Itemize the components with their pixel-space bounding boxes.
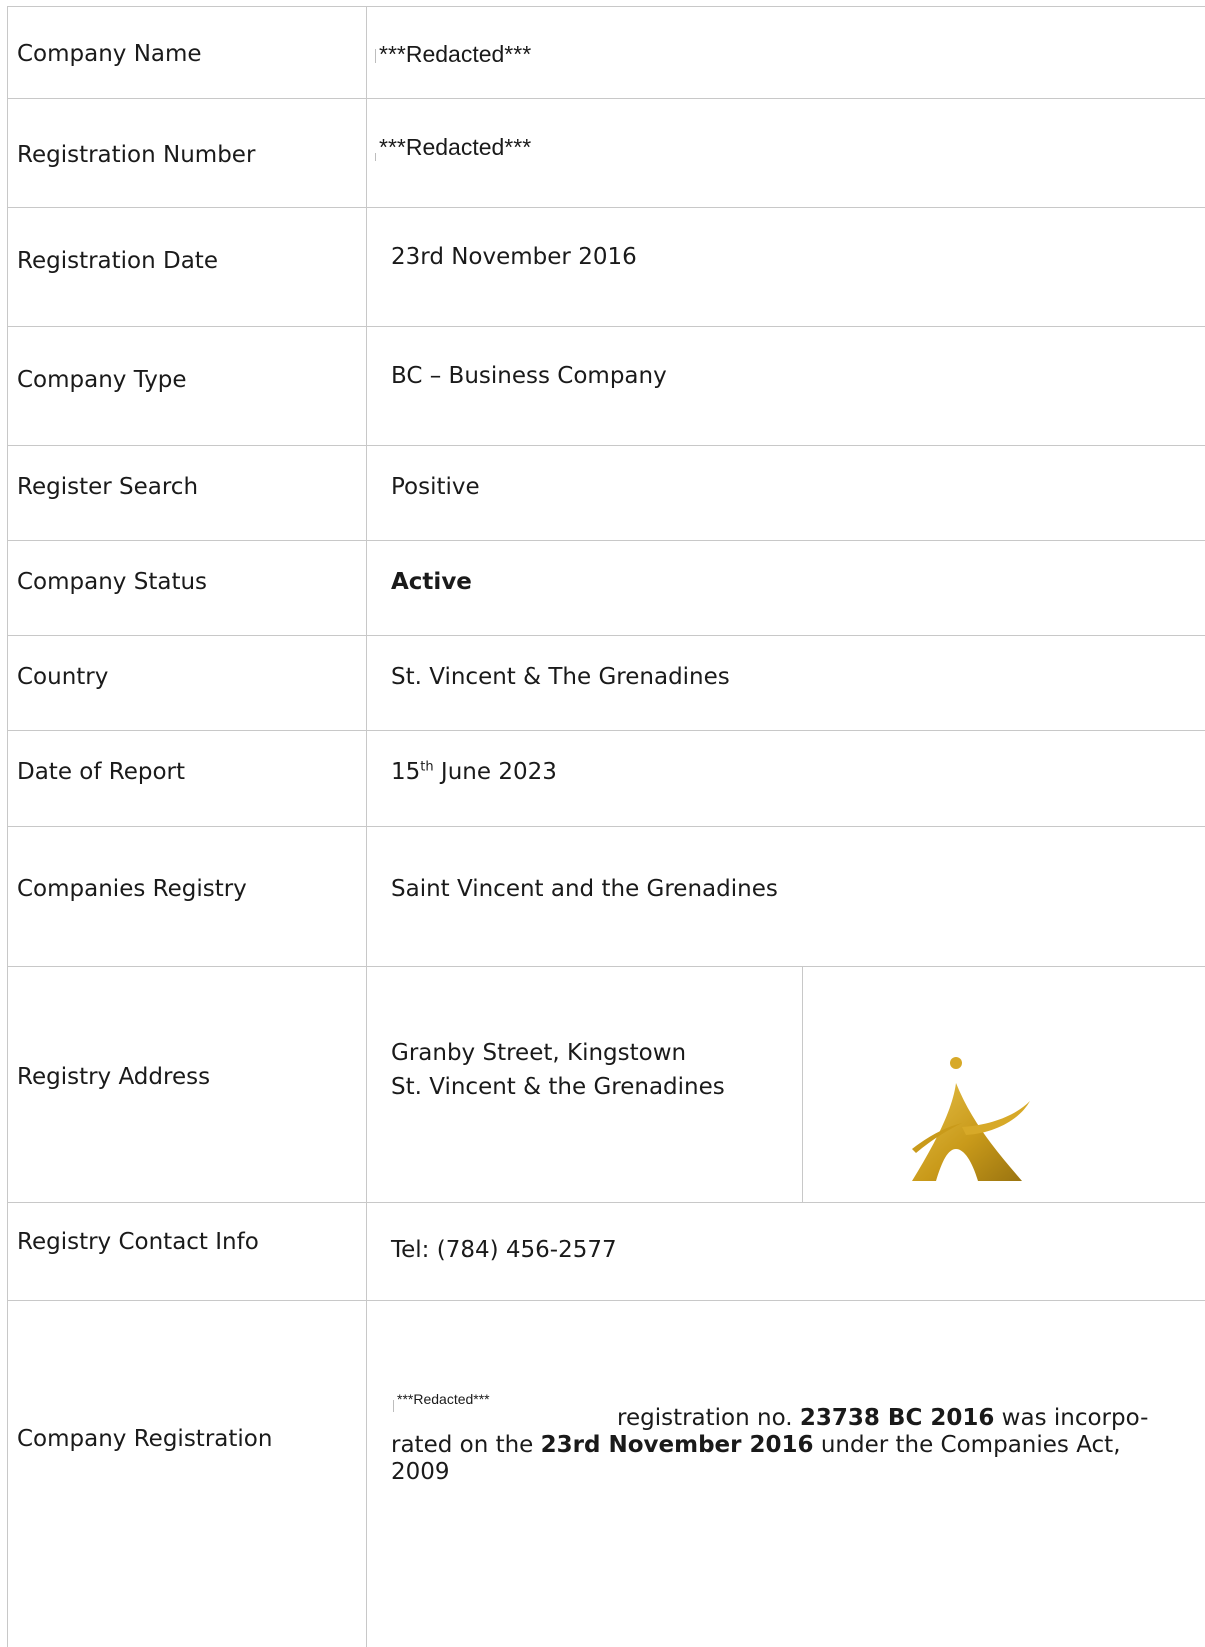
row-register-search: Register Search Positive [8, 446, 1205, 541]
value-registry-contact: Tel: (784) 456-2577 [391, 1237, 617, 1263]
value-country: St. Vincent & The Grenadines [391, 664, 730, 690]
label-companies-registry: Companies Registry [17, 876, 247, 902]
value-company-status: Active [391, 569, 472, 595]
row-company-registration: Company Registration ***Redacted*** regi… [8, 1301, 1205, 1647]
row-companies-registry: Companies Registry Saint Vincent and the… [8, 827, 1205, 967]
row-date-of-report: Date of Report 15th June 2023 [8, 731, 1205, 827]
row-company-name: Company Name ***Redacted*** [8, 7, 1205, 99]
row-registry-contact: Registry Contact Info Tel: (784) 456-257… [8, 1203, 1205, 1301]
label-date-of-report: Date of Report [17, 759, 186, 785]
label-company-name: Company Name [17, 41, 202, 67]
value-company-registration-text: registration no. 23738 BC 2016 was incor… [391, 1405, 1149, 1485]
row-registration-date: Registration Date 23rd November 2016 [8, 208, 1205, 327]
company-report-table: Company Name ***Redacted*** Registration… [7, 6, 1205, 1647]
label-registration-number: Registration Number [17, 142, 256, 168]
value-company-name: ***Redacted*** [375, 41, 531, 68]
label-company-status: Company Status [17, 569, 208, 595]
label-company-registration: Company Registration [17, 1426, 273, 1452]
value-companies-registry: Saint Vincent and the Grenadines [391, 876, 778, 902]
row-country: Country St. Vincent & The Grenadines [8, 636, 1205, 731]
registry-emblem-icon [912, 1057, 1030, 1181]
value-registry-address-line2: St. Vincent & the Grenadines [391, 1074, 725, 1100]
label-country: Country [17, 664, 109, 690]
row-company-type: Company Type BC – Business Company [8, 327, 1205, 446]
label-registry-contact: Registry Contact Info [17, 1229, 259, 1255]
value-registration-date: 23rd November 2016 [391, 244, 637, 270]
label-registry-address: Registry Address [17, 1064, 211, 1090]
row-registration-number: Registration Number ***Redacted*** [8, 99, 1205, 208]
label-register-search: Register Search [17, 474, 199, 500]
value-date-of-report: 15th June 2023 [391, 759, 557, 785]
value-registration-number: ***Redacted*** [375, 134, 531, 161]
value-company-type: BC – Business Company [391, 363, 667, 389]
emblem-dot [950, 1057, 962, 1069]
value-register-search: Positive [391, 474, 480, 500]
label-company-type: Company Type [17, 367, 187, 393]
label-registration-date: Registration Date [17, 248, 218, 274]
logo-cell-divider [802, 967, 803, 1202]
row-company-status: Company Status Active [8, 541, 1205, 636]
value-registry-address-line1: Granby Street, Kingstown [391, 1040, 687, 1066]
